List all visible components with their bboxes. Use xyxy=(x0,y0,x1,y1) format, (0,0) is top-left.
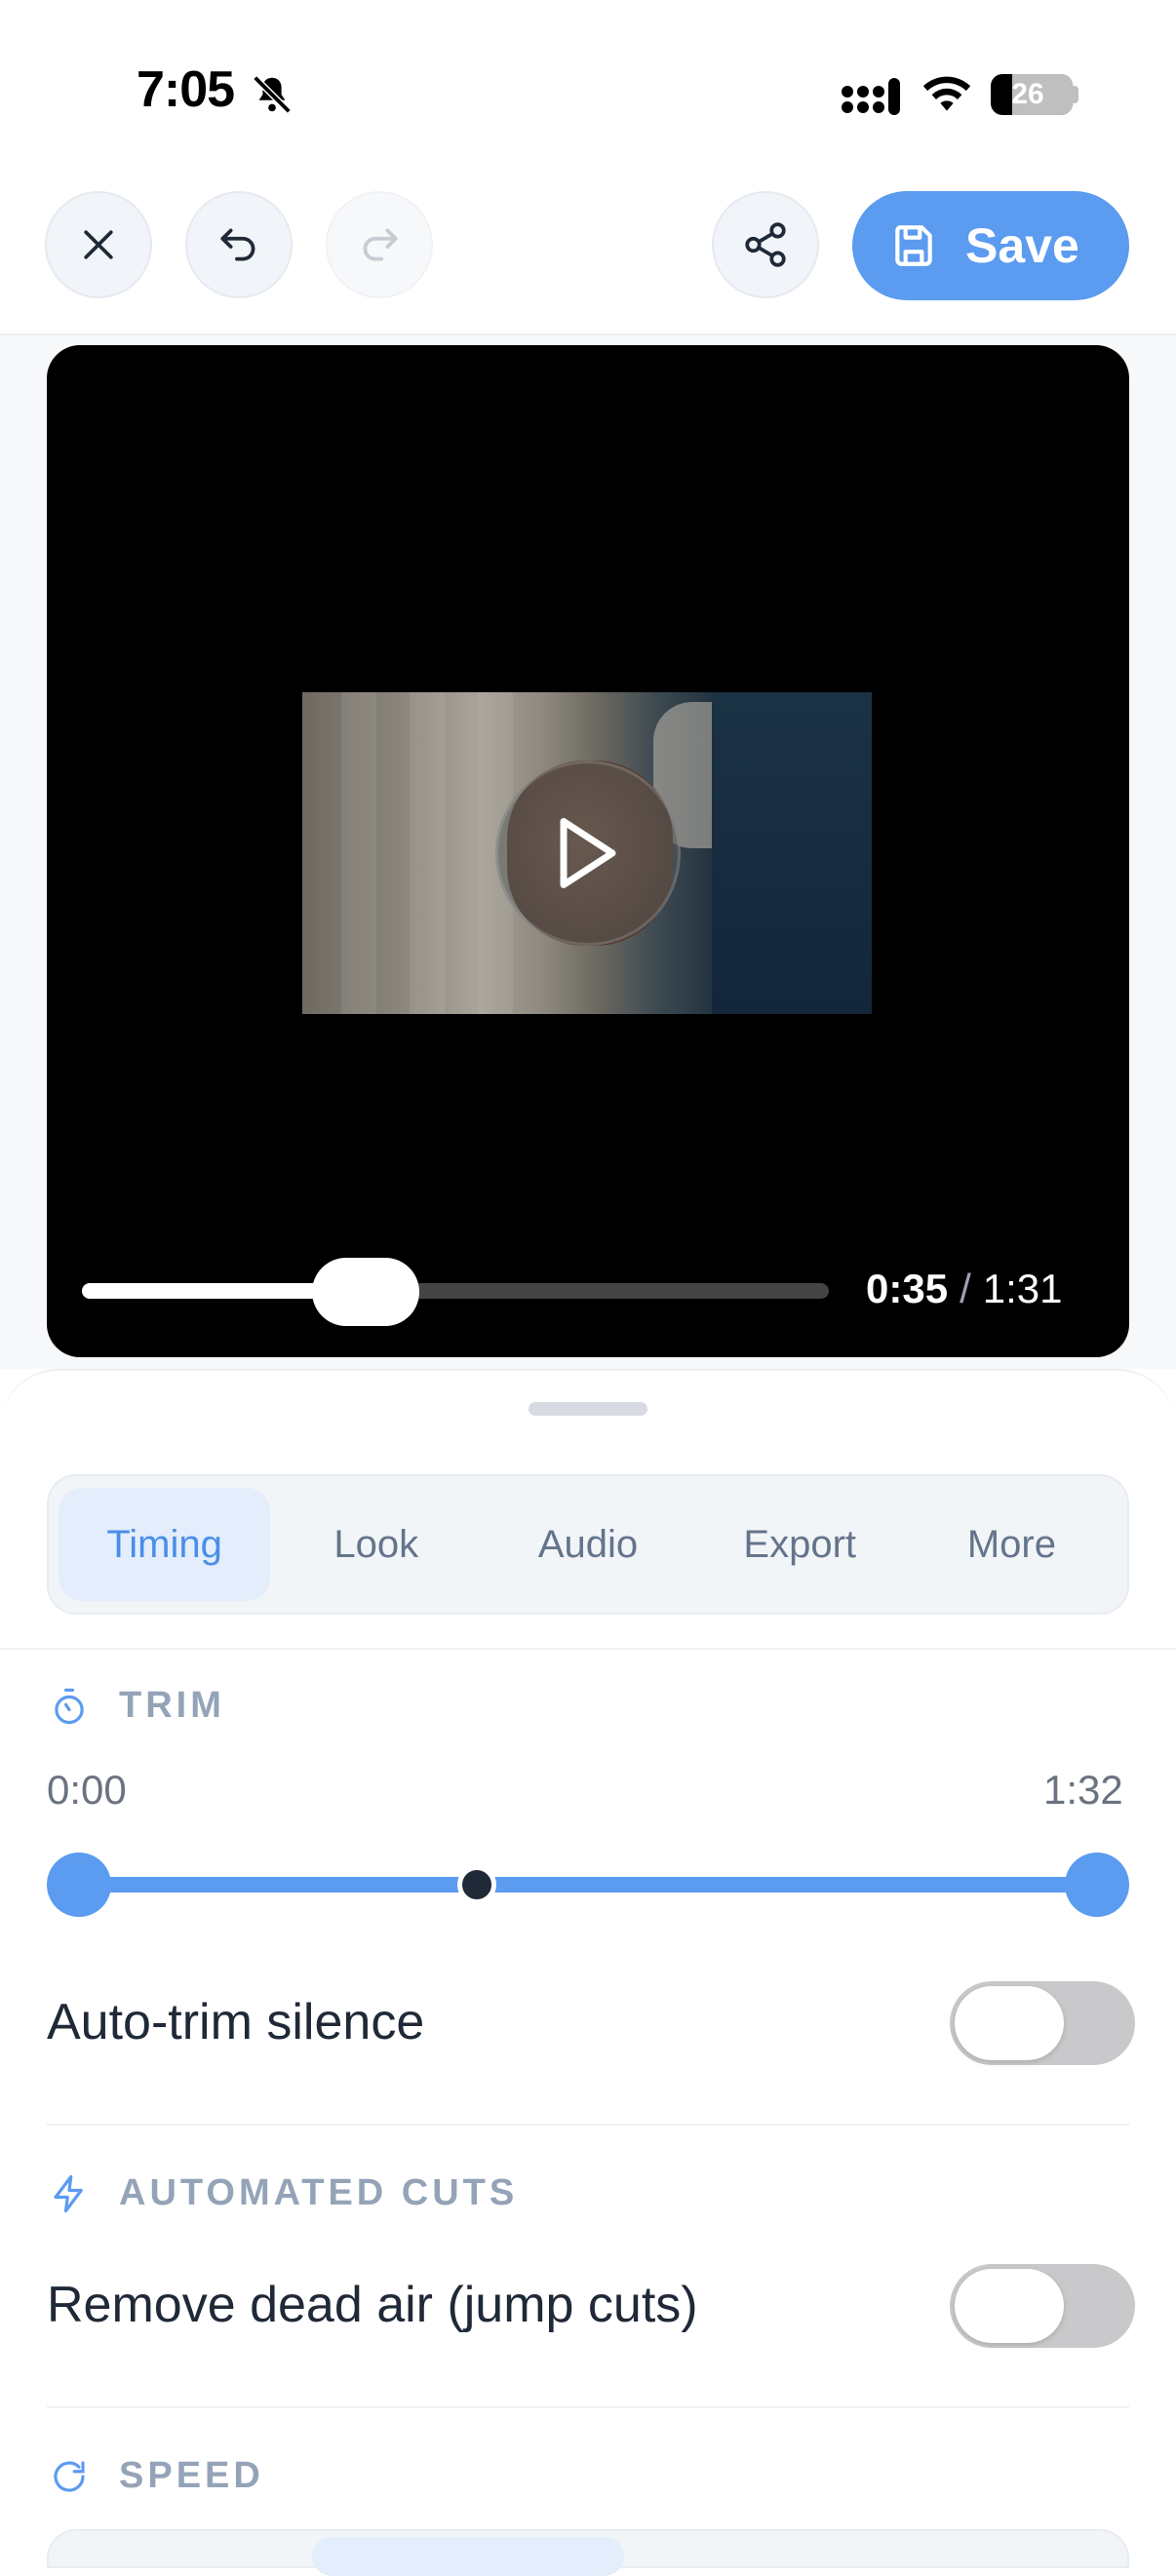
play-button[interactable] xyxy=(495,761,681,946)
toggle-knob xyxy=(955,1986,1064,2060)
automated-cuts-heading: AUTOMATED CUTS xyxy=(49,2172,518,2214)
save-disk-icon xyxy=(895,225,932,266)
video-player[interactable]: 0:35/1:31 xyxy=(47,345,1129,1357)
tab-look[interactable]: Look xyxy=(270,1488,482,1601)
toggle-knob xyxy=(955,2269,1064,2343)
battery-icon: 26 xyxy=(991,74,1073,115)
section-divider xyxy=(47,2406,1129,2408)
battery-nub xyxy=(1073,86,1078,103)
redo-button[interactable] xyxy=(326,191,433,298)
remove-dead-air-toggle[interactable] xyxy=(950,2264,1135,2348)
trim-range-track[interactable] xyxy=(78,1877,1098,1893)
save-button[interactable]: Save xyxy=(852,191,1129,300)
play-icon xyxy=(560,818,616,888)
battery-level: 26 xyxy=(1011,78,1044,110)
share-button[interactable] xyxy=(712,191,819,298)
signal-icon xyxy=(842,78,900,115)
tab-bar: Timing Look Audio Export More xyxy=(47,1474,1129,1615)
time-separator: / xyxy=(960,1266,971,1311)
trim-end-handle[interactable] xyxy=(1065,1853,1129,1917)
trim-heading: TRIM xyxy=(49,1685,225,1727)
tab-audio[interactable]: Audio xyxy=(482,1488,693,1601)
bell-slash-icon xyxy=(253,75,292,114)
undo-button[interactable] xyxy=(185,191,293,298)
trim-heading-text: TRIM xyxy=(119,1685,225,1726)
remove-dead-air-label: Remove dead air (jump cuts) xyxy=(47,2277,698,2333)
auto-trim-toggle[interactable] xyxy=(950,1981,1135,2065)
time-readout: 0:35/1:31 xyxy=(866,1266,1062,1312)
automated-cuts-heading-text: AUTOMATED CUTS xyxy=(119,2172,519,2213)
auto-trim-label: Auto-trim silence xyxy=(47,1994,425,2050)
sheet-handle[interactable] xyxy=(529,1402,647,1416)
save-label: Save xyxy=(965,218,1079,273)
scrubber-thumb[interactable] xyxy=(312,1258,419,1326)
refresh-icon xyxy=(54,2460,85,2492)
undo-icon xyxy=(220,228,255,261)
duration: 1:31 xyxy=(982,1266,1063,1311)
trim-playhead[interactable] xyxy=(457,1865,496,1904)
section-divider xyxy=(0,1648,1176,1650)
status-time: 7:05 xyxy=(137,61,235,118)
close-button[interactable] xyxy=(45,191,152,298)
section-divider xyxy=(47,2124,1129,2126)
current-time: 0:35 xyxy=(866,1266,949,1311)
trim-start-time: 0:00 xyxy=(47,1767,127,1813)
redo-icon xyxy=(363,228,398,261)
tab-timing[interactable]: Timing xyxy=(59,1488,271,1601)
wifi-icon xyxy=(922,76,971,111)
share-icon xyxy=(745,222,786,267)
speed-selected-option[interactable] xyxy=(312,2537,624,2576)
trim-end-time: 1:32 xyxy=(1043,1767,1123,1813)
trim-start-handle[interactable] xyxy=(47,1853,111,1917)
close-icon xyxy=(84,230,113,259)
speed-selector[interactable] xyxy=(47,2529,1129,2576)
speed-heading: SPEED xyxy=(49,2455,264,2497)
lightning-icon xyxy=(54,2174,83,2212)
tab-export[interactable]: Export xyxy=(694,1488,906,1601)
speed-heading-text: SPEED xyxy=(119,2455,264,2496)
stopwatch-icon xyxy=(55,1688,84,1724)
tab-more[interactable]: More xyxy=(906,1488,1117,1601)
